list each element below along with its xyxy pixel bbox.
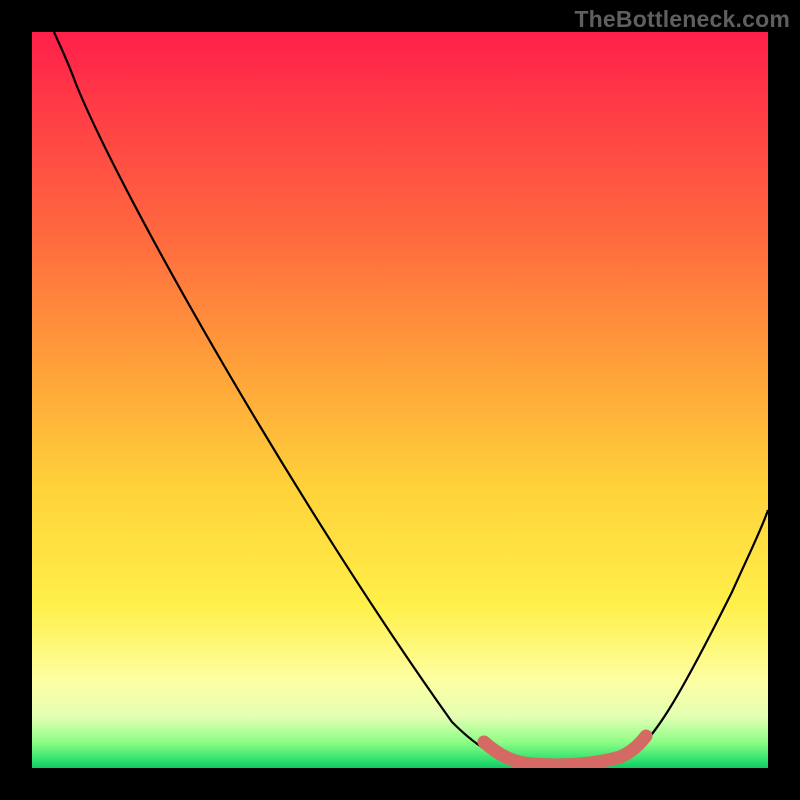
plot-area	[32, 32, 768, 768]
chart-frame: TheBottleneck.com	[0, 0, 800, 800]
gradient-background	[32, 32, 768, 768]
watermark-text: TheBottleneck.com	[574, 6, 790, 33]
